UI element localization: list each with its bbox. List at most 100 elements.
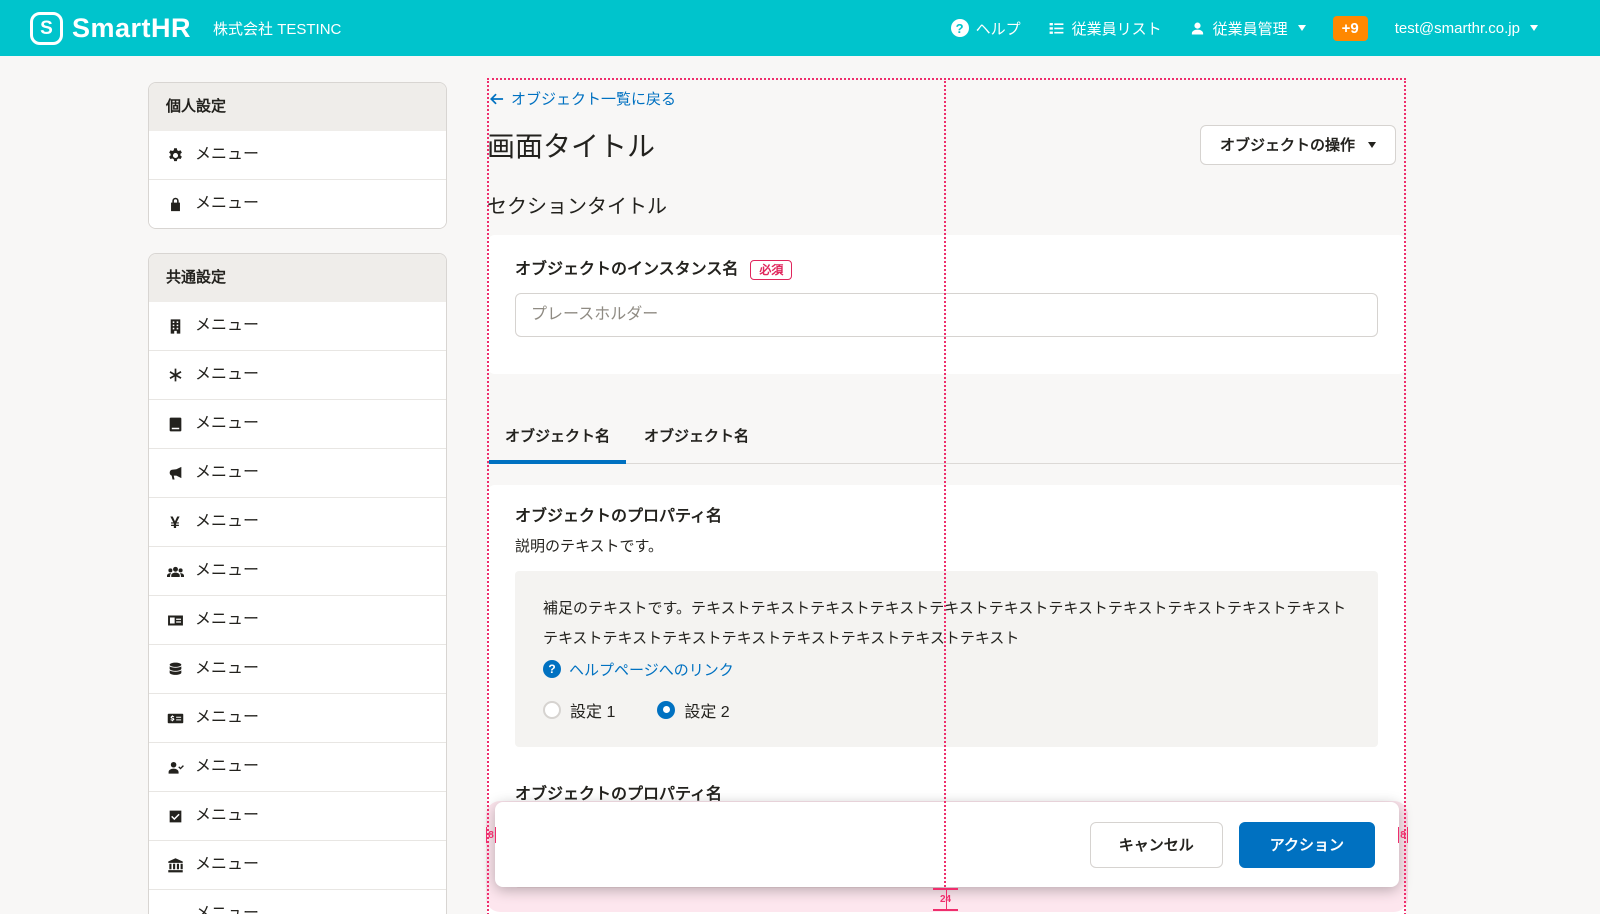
radio-label: 設定 2	[684, 698, 729, 722]
property-description: 説明のテキストです。	[515, 536, 1378, 557]
sidebar-item-menu[interactable]: メニュー	[149, 889, 446, 914]
sidebar-item-label: メニュー	[195, 805, 259, 827]
sidebar-item-label: メニュー	[195, 462, 259, 484]
sidebar-item-menu[interactable]: メニュー	[149, 497, 446, 546]
required-badge: 必須	[750, 260, 792, 280]
sidebar-item-label: メニュー	[195, 560, 259, 582]
field-label-row: オブジェクトのインスタンス名 必須	[515, 260, 1378, 280]
menu-icon	[166, 905, 184, 914]
sidebar-item-label: メニュー	[195, 707, 259, 729]
sidebar-item-menu[interactable]: メニュー	[149, 131, 446, 179]
sidebar-item-menu[interactable]: メニュー	[149, 302, 446, 350]
book-icon	[166, 415, 184, 433]
sidebar-item-label: メニュー	[195, 193, 259, 215]
instance-name-input[interactable]	[515, 293, 1378, 337]
note-text: 補足のテキストです。テキストテキストテキストテキストテキストテキストテキストテキ…	[543, 594, 1350, 654]
object-detail-page: オブジェクト一覧に戻る 画面タイトル オブジェクトの操作 セクションタイトル オ…	[487, 78, 1406, 914]
settings-sidebar: 個人設定 メニュー メニュー 共通設定 メニュー メニュー メニュー メニュー	[148, 82, 447, 914]
property-label: オブジェクトのプロパティ名	[515, 507, 1378, 527]
chevron-down-icon	[1298, 25, 1306, 31]
cancel-button[interactable]: キャンセル	[1090, 822, 1223, 868]
sidebar-item-menu[interactable]: メニュー	[149, 448, 446, 497]
radio-label: 設定 1	[570, 698, 615, 722]
chevron-down-icon	[1368, 142, 1376, 148]
id-card-icon	[166, 611, 184, 629]
building-icon	[166, 317, 184, 335]
help-circle-icon	[951, 19, 969, 37]
sidebar-item-label: メニュー	[195, 144, 259, 166]
check-square-icon	[166, 807, 184, 825]
nav-help-label: ヘルプ	[976, 18, 1021, 39]
nav-employee-admin-label: 従業員管理	[1213, 18, 1288, 39]
radio-checked-icon	[657, 701, 675, 719]
nav-employee-admin[interactable]: 従業員管理	[1189, 18, 1306, 39]
help-link-label: ヘルプページへのリンク	[569, 659, 734, 680]
sidebar-item-label: メニュー	[195, 609, 259, 631]
help-circle-icon	[543, 660, 561, 678]
help-page-link[interactable]: ヘルプページへのリンク	[543, 659, 734, 680]
sidebar-item-menu[interactable]: メニュー	[149, 791, 446, 840]
tab-object-2[interactable]: オブジェクト名	[628, 422, 765, 464]
radio-group: 設定 1 設定 2	[543, 698, 1350, 722]
asterisk-icon	[166, 366, 184, 384]
notification-badge[interactable]: +9	[1333, 16, 1368, 41]
nav-help[interactable]: ヘルプ	[951, 18, 1021, 39]
sidebar-item-menu[interactable]: メニュー	[149, 399, 446, 448]
radio-option-1[interactable]: 設定 1	[543, 698, 615, 722]
title-row: 画面タイトル オブジェクトの操作	[487, 129, 1406, 165]
sidebar-item-label: メニュー	[195, 658, 259, 680]
account-email: test@smarthr.co.jp	[1395, 20, 1520, 37]
sidebar-item-label: メニュー	[195, 511, 259, 533]
nav-employee-list[interactable]: 従業員リスト	[1048, 18, 1162, 39]
bank-icon	[166, 856, 184, 874]
gear-icon	[166, 146, 184, 164]
money-check-icon	[166, 709, 184, 727]
database-icon	[166, 660, 184, 678]
sidebar-item-menu[interactable]: メニュー	[149, 350, 446, 399]
radio-unchecked-icon	[543, 701, 561, 719]
sidebar-item-menu[interactable]: メニュー	[149, 644, 446, 693]
users-icon	[166, 562, 184, 580]
nav-employee-list-label: 従業員リスト	[1072, 18, 1162, 39]
sidebar-item-label: メニュー	[195, 364, 259, 386]
sidebar-item-menu[interactable]: メニュー	[149, 595, 446, 644]
sidebar-group-title: 共通設定	[149, 254, 446, 302]
yen-icon	[166, 513, 184, 531]
instance-name-label: オブジェクトのインスタンス名	[515, 260, 738, 280]
sidebar-item-menu[interactable]: メニュー	[149, 179, 446, 228]
brand-name: SmartHR	[72, 13, 191, 44]
object-actions-label: オブジェクトの操作	[1220, 134, 1355, 155]
arrow-left-icon	[489, 92, 504, 106]
lock-icon	[166, 195, 184, 213]
sidebar-item-label: メニュー	[195, 315, 259, 337]
sidebar-group-common: 共通設定 メニュー メニュー メニュー メニュー メニュー メニュー メニュー	[148, 253, 447, 914]
company-name: 株式会社 TESTINC	[213, 18, 341, 39]
app-header: SmartHR 株式会社 TESTINC ヘルプ 従業員リスト 従業員管理 +9…	[0, 0, 1600, 56]
back-to-list-link[interactable]: オブジェクト一覧に戻る	[489, 88, 676, 109]
header-left: SmartHR 株式会社 TESTINC	[30, 12, 341, 45]
person-icon	[1189, 20, 1206, 37]
sidebar-item-menu[interactable]: メニュー	[149, 840, 446, 889]
floating-action-bar: キャンセル アクション	[495, 802, 1399, 887]
sidebar-item-label: メニュー	[195, 756, 259, 778]
property-section-1: オブジェクトのプロパティ名 説明のテキストです。 補足のテキストです。テキストテ…	[515, 507, 1378, 747]
radio-option-2[interactable]: 設定 2	[657, 698, 729, 722]
sidebar-item-menu[interactable]: メニュー	[149, 742, 446, 791]
sidebar-item-menu[interactable]: メニュー	[149, 546, 446, 595]
action-button[interactable]: アクション	[1239, 822, 1375, 868]
tab-object-1[interactable]: オブジェクト名	[489, 422, 626, 464]
chevron-down-icon	[1530, 25, 1538, 31]
instance-name-card: オブジェクトのインスタンス名 必須	[487, 235, 1406, 374]
person-check-icon	[166, 758, 184, 776]
object-actions-button[interactable]: オブジェクトの操作	[1200, 125, 1396, 165]
sidebar-group-title: 個人設定	[149, 83, 446, 131]
back-link-label: オブジェクト一覧に戻る	[511, 88, 676, 109]
note-box: 補足のテキストです。テキストテキストテキストテキストテキストテキストテキストテキ…	[515, 571, 1378, 747]
object-tabs: オブジェクト名 オブジェクト名	[487, 422, 1406, 464]
sidebar-item-label: メニュー	[195, 854, 259, 876]
sidebar-group-personal: 個人設定 メニュー メニュー	[148, 82, 447, 229]
smarthr-logo[interactable]: SmartHR	[30, 12, 191, 45]
sidebar-item-label: メニュー	[195, 413, 259, 435]
sidebar-item-menu[interactable]: メニュー	[149, 693, 446, 742]
account-menu[interactable]: test@smarthr.co.jp	[1395, 20, 1538, 37]
